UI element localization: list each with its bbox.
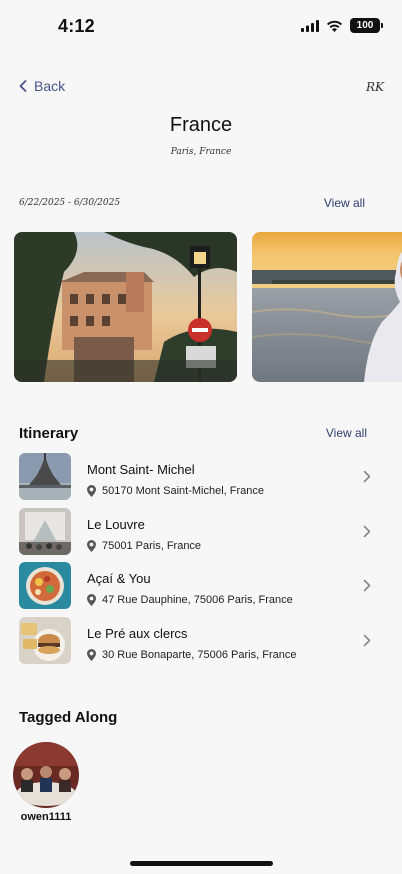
place-thumbnail (19, 453, 71, 500)
tagged-username: owen1111 (20, 811, 72, 823)
place-name: Le Louvre (87, 516, 145, 532)
itinerary-heading: Itinerary (19, 425, 79, 442)
place-address-text: 30 Rue Bonaparte, 75006 Paris, France (102, 648, 297, 661)
place-thumbnail (19, 562, 71, 609)
chevron-right-icon (363, 634, 371, 646)
status-bar: 4:12 100 (0, 0, 402, 54)
wifi-icon (327, 20, 342, 32)
itinerary-view-all-link[interactable]: View all (326, 426, 367, 440)
page-title: France (169, 114, 233, 136)
tagged-person[interactable]: owen1111 (13, 742, 79, 823)
place-address-text: 75001 Paris, France (102, 539, 202, 552)
status-time: 4:12 (58, 16, 95, 36)
avatar (13, 742, 79, 808)
place-address: 50170 Mont Saint-Michel, France (87, 485, 264, 497)
itinerary-list: Mont Saint- Michel 50170 Mont Saint-Mich… (19, 453, 381, 671)
status-icons: 100 (301, 18, 383, 33)
place-name: Mont Saint- Michel (87, 462, 195, 477)
place-name: Açaí & You (87, 571, 151, 586)
itinerary-item-le-pre-aux-clercs[interactable]: Le Pré aux clercs 30 Rue Bonaparte, 7500… (19, 616, 381, 672)
map-pin-icon (87, 485, 96, 497)
place-name: Le Pré aux clercs (87, 625, 188, 641)
back-label: Back (34, 78, 66, 94)
user-initials[interactable]: RK (366, 80, 384, 94)
place-thumbnail (19, 507, 71, 555)
tagged-along-heading: Tagged Along (19, 709, 118, 726)
battery-icon: 100 (350, 18, 383, 33)
trip-photo[interactable] (252, 232, 402, 382)
place-address: 30 Rue Bonaparte, 75006 Paris, France (87, 648, 297, 661)
back-chevron-icon (19, 80, 27, 92)
photos-view-all-link[interactable]: View all (324, 196, 365, 210)
place-address-text: 50170 Mont Saint-Michel, France (102, 485, 265, 497)
map-pin-icon (87, 594, 96, 606)
back-button[interactable]: Back (18, 78, 65, 94)
trip-dates: 6/22/2025 - 6/30/2025 (19, 198, 121, 208)
place-address: 47 Rue Dauphine, 75006 Paris, France (87, 594, 293, 606)
place-address: 75001 Paris, France (87, 539, 202, 552)
trip-photo[interactable] (14, 232, 237, 382)
itinerary-item-le-louvre[interactable]: Le Louvre 75001 Paris, France (19, 507, 381, 563)
map-pin-icon (87, 648, 96, 661)
photo-carousel[interactable] (14, 232, 402, 382)
home-indicator (130, 861, 273, 866)
place-address-text: 47 Rue Dauphine, 75006 Paris, France (102, 594, 293, 606)
signal-icon (301, 19, 319, 32)
chevron-right-icon (363, 525, 371, 537)
itinerary-item-acai-and-you[interactable]: Açaí & You 47 Rue Dauphine, 75006 Paris,… (19, 562, 381, 617)
trip-location: Paris, France (170, 147, 232, 157)
itinerary-item-mont-saint-michel[interactable]: Mont Saint- Michel 50170 Mont Saint-Mich… (19, 453, 381, 508)
chevron-right-icon (363, 470, 371, 483)
chevron-right-icon (363, 579, 371, 592)
map-pin-icon (87, 539, 96, 552)
place-thumbnail (19, 616, 71, 664)
